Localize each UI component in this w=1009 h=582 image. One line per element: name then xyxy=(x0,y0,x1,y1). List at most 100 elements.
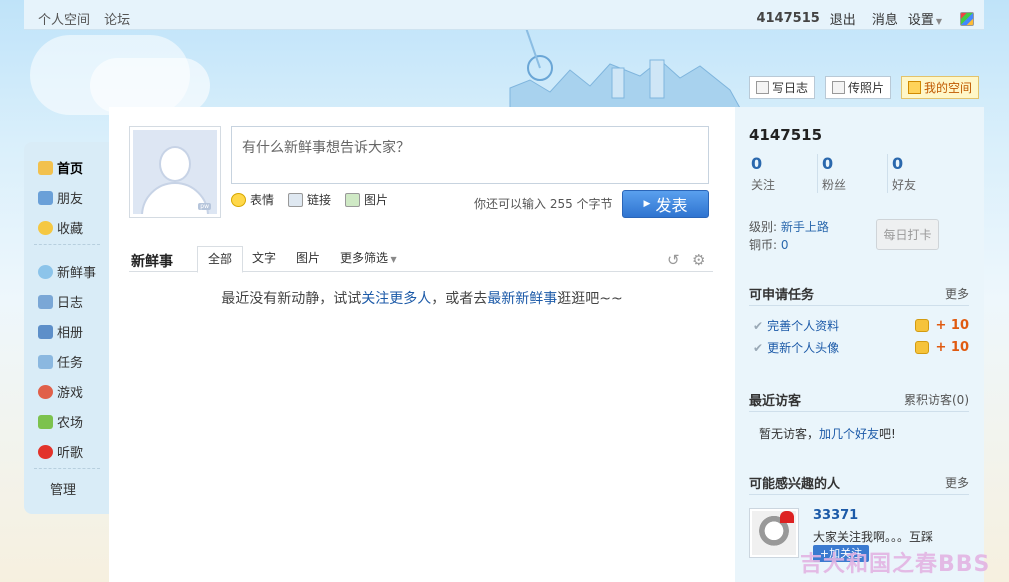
cloud-decoration xyxy=(90,58,210,113)
stat-friends[interactable]: 0 好友 xyxy=(887,154,953,193)
stat-label: 好友 xyxy=(892,178,917,192)
profile-stats: 0 关注 0 粉丝 0 好友 xyxy=(747,154,972,193)
image-button[interactable]: 图片 xyxy=(345,191,388,208)
nav-item-farm[interactable]: 农场 xyxy=(38,412,83,431)
coins-label: 铜币: xyxy=(749,238,778,252)
nav-item-tasks[interactable]: 任务 xyxy=(38,352,83,371)
stat-followers[interactable]: 0 粉丝 xyxy=(817,154,883,193)
nav-label: 农场 xyxy=(57,416,84,431)
pencil-icon xyxy=(755,81,769,94)
chevron-down-icon: ▼ xyxy=(935,17,942,26)
char-counter: 你还可以输入 255 个字节 xyxy=(474,197,613,211)
recommend-name[interactable]: 33371 xyxy=(813,508,858,523)
nav-item-feed[interactable]: 新鲜事 xyxy=(38,262,96,281)
photo-icon xyxy=(831,81,845,94)
task-reward: + 10 xyxy=(915,318,969,333)
personal-space-link[interactable]: 个人空间 xyxy=(38,13,90,28)
emoticon-button[interactable]: 表情 xyxy=(231,191,274,208)
stat-label: 关注 xyxy=(751,178,776,192)
task-link[interactable]: 更新个人头像 xyxy=(767,339,839,356)
settings-menu[interactable]: 设置 ▼ xyxy=(908,9,942,28)
nav-item-home[interactable]: 首页 xyxy=(38,158,83,177)
nav-label: 游戏 xyxy=(57,386,84,401)
smiley-icon xyxy=(231,192,246,207)
messages-link[interactable]: 消息 xyxy=(872,9,898,28)
empty-text: 最近没有新动静，试试 xyxy=(221,291,362,307)
image-label: 图片 xyxy=(364,193,389,207)
latest-feed-link[interactable]: 最新新鲜事 xyxy=(487,291,557,307)
nav-item-journal[interactable]: 日志 xyxy=(38,292,83,311)
level-row: 级别: 新手上路 xyxy=(749,218,829,235)
username-link[interactable]: 4147515 xyxy=(756,11,819,26)
watermark-text: 吉大和国之春BBS xyxy=(800,552,991,577)
tab-label: 图片 xyxy=(296,251,321,265)
nav-item-favorites[interactable]: 收藏 xyxy=(38,218,83,237)
post-label: 发表 xyxy=(655,196,688,215)
house-icon xyxy=(907,81,921,94)
post-button[interactable]: ▶ 发表 xyxy=(622,190,709,218)
visitors-text: 吧! xyxy=(879,427,896,441)
link-icon xyxy=(288,192,304,207)
profile-username[interactable]: 4147515 xyxy=(749,126,822,144)
right-panel: 4147515 0 关注 0 粉丝 0 好友 级别: 新手上路 铜币: 0 每日打卡 … xyxy=(735,107,984,582)
nav-label: 听歌 xyxy=(57,446,84,461)
stat-label: 粉丝 xyxy=(822,178,847,192)
tasks-header: 可申请任务 更多 xyxy=(749,284,969,306)
write-blog-button[interactable]: 写日志 xyxy=(748,76,815,99)
coins-value: 0 xyxy=(780,238,789,252)
emoticon-label: 表情 xyxy=(250,193,275,207)
play-icon: ▶ xyxy=(643,199,651,209)
feed-tabs: 新鲜事 全部 文字 图片 更多筛选 ▼ ↺ ⚙ xyxy=(129,246,713,273)
gear-icon[interactable]: ⚙ xyxy=(692,251,705,269)
visitors-text: 暂无访客， xyxy=(759,427,820,441)
tab-all[interactable]: 全部 xyxy=(197,246,244,273)
level-label: 级别: xyxy=(749,220,778,234)
tasks-more-link[interactable]: 更多 xyxy=(945,285,969,302)
section-title: 最近访客 xyxy=(749,394,802,409)
home-icon xyxy=(38,160,53,175)
nav-item-games[interactable]: 游戏 xyxy=(38,382,83,401)
upload-photo-button[interactable]: 传照片 xyxy=(824,76,891,99)
avatar[interactable]: pw xyxy=(129,126,221,218)
game-icon xyxy=(38,384,53,399)
recommend-avatar[interactable] xyxy=(749,508,799,558)
nav-item-music[interactable]: 听歌 xyxy=(38,442,83,461)
tab-more-filters[interactable]: 更多筛选 ▼ xyxy=(330,246,407,272)
visitors-total: 累积访客(0) xyxy=(904,393,969,407)
apps-icon[interactable] xyxy=(960,11,974,26)
reward-value: + 10 xyxy=(935,318,969,333)
refresh-icon[interactable]: ↺ xyxy=(667,251,680,269)
status-input[interactable]: 有什么新鲜事想告诉大家？ xyxy=(231,126,709,184)
tab-text[interactable]: 文字 xyxy=(242,246,286,272)
album-icon xyxy=(38,324,53,339)
coins-row: 铜币: 0 xyxy=(749,236,789,253)
tab-label: 文字 xyxy=(252,251,277,265)
stat-following[interactable]: 0 关注 xyxy=(747,154,813,193)
check-icon: ✔ xyxy=(753,340,764,355)
checkin-button[interactable]: 每日打卡 xyxy=(876,219,939,250)
chevron-down-icon: ▼ xyxy=(388,255,397,264)
recommend-more-link[interactable]: 更多 xyxy=(945,474,969,491)
nav-item-manage[interactable]: 管理 xyxy=(50,479,76,498)
my-space-button[interactable]: 我的空间 xyxy=(900,76,979,99)
nav-item-album[interactable]: 相册 xyxy=(38,322,83,341)
forum-link[interactable]: 论坛 xyxy=(104,13,130,28)
journal-icon xyxy=(38,294,53,309)
left-nav: 首页 朋友 收藏 新鲜事 日志 相册 任务 游戏 农场 听歌 管理 xyxy=(24,142,110,514)
composer-tools: 表情 链接 图片 xyxy=(231,191,402,208)
task-item: ✔ 完善个人资料 + 10 xyxy=(753,317,969,334)
nav-label: 管理 xyxy=(50,483,77,498)
nav-label: 朋友 xyxy=(57,192,84,207)
music-icon xyxy=(38,444,53,459)
star-icon xyxy=(38,220,53,235)
nav-item-friends[interactable]: 朋友 xyxy=(38,188,83,207)
visitors-header: 最近访客 累积访客(0) xyxy=(749,390,969,412)
section-title: 可能感兴趣的人 xyxy=(749,477,841,492)
logout-link[interactable]: 退出 xyxy=(830,9,856,28)
level-link[interactable]: 新手上路 xyxy=(781,220,829,234)
task-link[interactable]: 完善个人资料 xyxy=(767,317,839,334)
tab-images[interactable]: 图片 xyxy=(286,246,330,272)
add-friends-link[interactable]: 加几个好友 xyxy=(819,427,879,441)
follow-more-link[interactable]: 关注更多人 xyxy=(361,291,431,307)
link-button[interactable]: 链接 xyxy=(288,191,331,208)
